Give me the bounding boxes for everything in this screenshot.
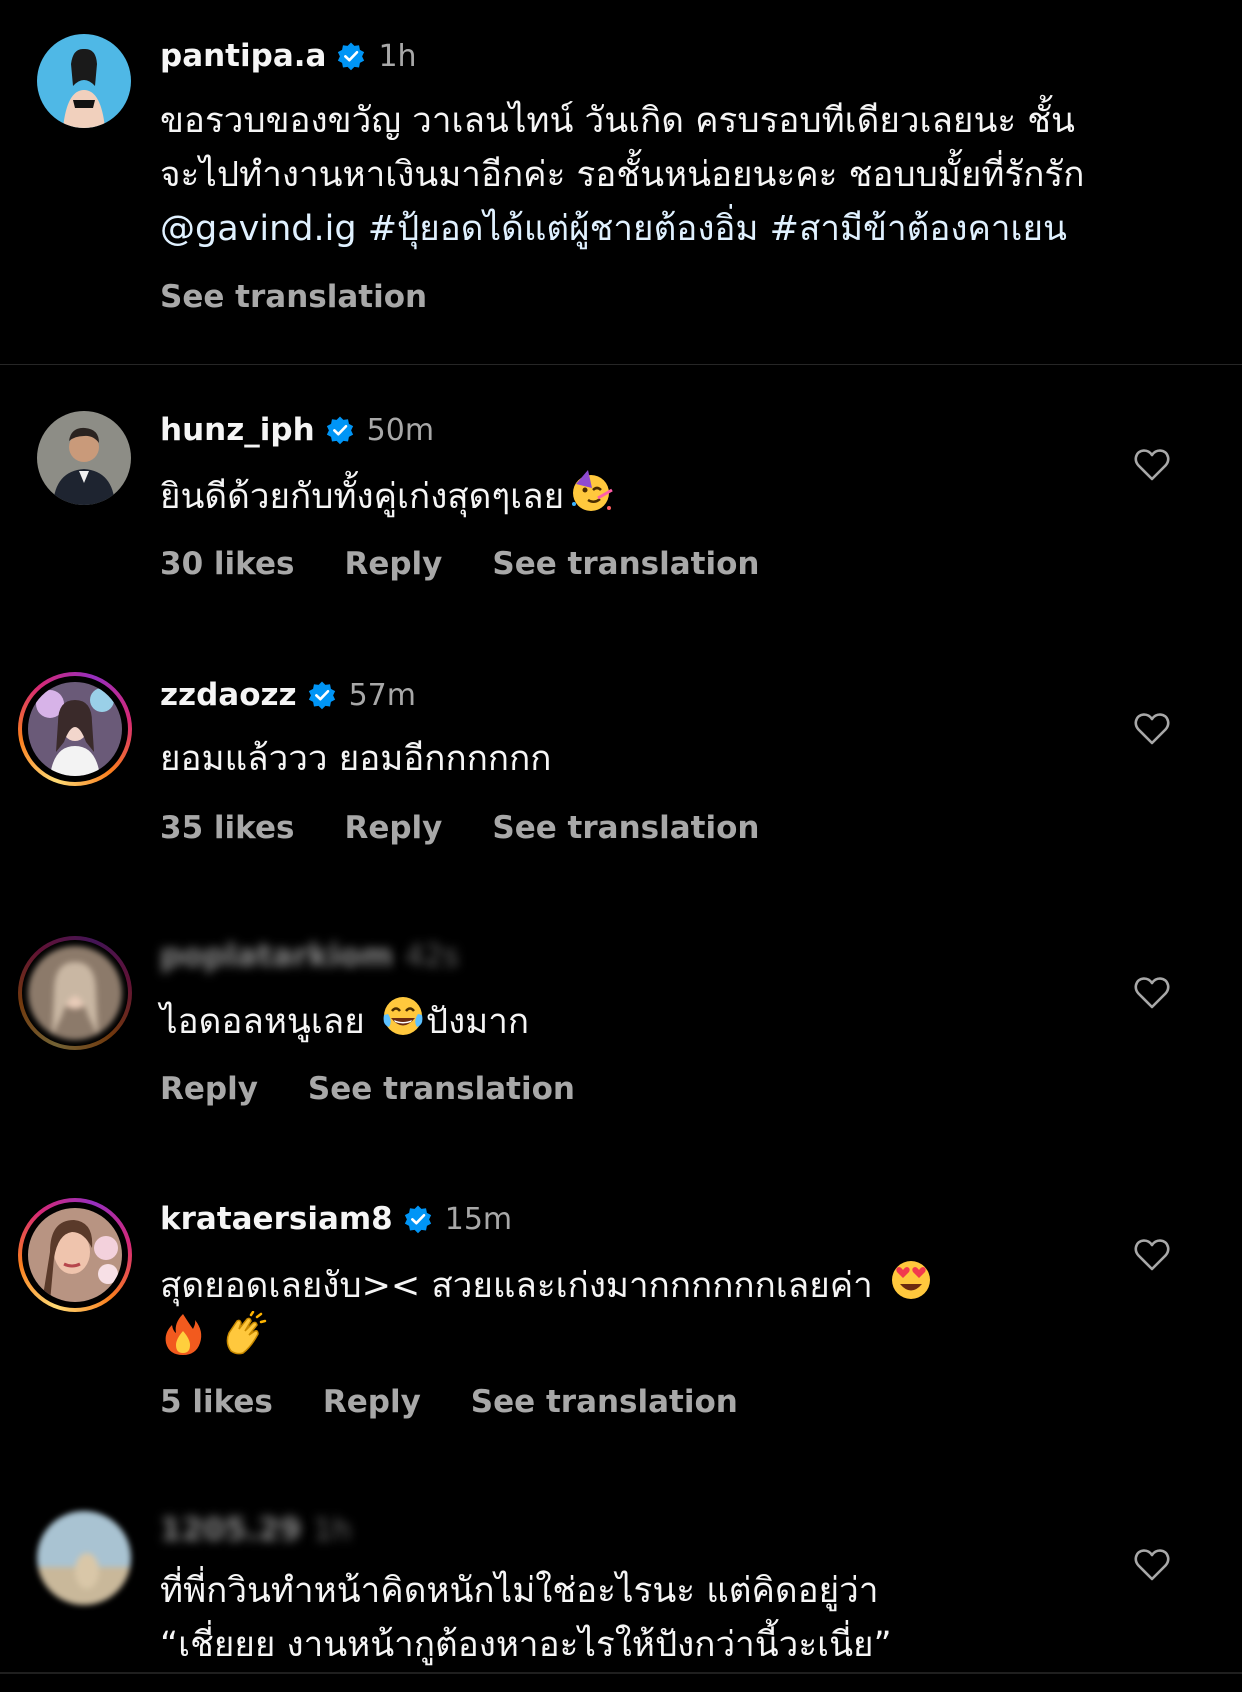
caption-header: pantipa.a 1h	[160, 34, 417, 78]
avatar-blurred-user[interactable]	[28, 946, 122, 1040]
comment-line-1: ที่พี่กวินทำหน้าคิดหนักไม่ใช่อะไรนะ แต่ค…	[160, 1571, 879, 1611]
fire-emoji-icon	[160, 1311, 206, 1357]
avatar-blurred-user[interactable]	[37, 1511, 131, 1605]
comment-text: ที่พี่กวินทำหน้าคิดหนักไม่ใช่อะไรนะ แต่ค…	[160, 1564, 1190, 1672]
comment-actions: Reply See translation	[160, 1067, 575, 1111]
avatar-hunz-iph[interactable]	[37, 411, 131, 505]
heart-eyes-emoji-icon	[888, 1257, 934, 1303]
hashtag-link-2[interactable]: #สามีข้าต้องคาเยน	[770, 209, 1067, 249]
likes-count[interactable]: 35 likes	[160, 810, 294, 846]
caption-line-3: @gavind.ig #ปุ้ยอดได้แต่ผู้ชายต้องอิ่ม #…	[160, 202, 1190, 256]
avatar-pantipa[interactable]	[37, 34, 131, 128]
see-translation-button[interactable]: See translation	[492, 546, 759, 582]
reply-button[interactable]: Reply	[160, 1071, 258, 1107]
see-translation-button[interactable]: See translation	[308, 1071, 575, 1107]
clapping-hands-emoji-icon	[221, 1311, 267, 1357]
comment-header: hunz_iph 50m	[160, 408, 434, 452]
comment-line-2: “เชี่ยยย งานหน้ากูต้องหาอะไรให้ปังกว่านี…	[160, 1625, 892, 1665]
comment-text-content: ปังมาก	[425, 1002, 530, 1042]
caption-line-2: จะไปทำงานหาเงินมาอีกค่ะ รอชั้นหน่อยนะคะ …	[160, 155, 1085, 195]
hashtag-link-1[interactable]: #ปุ้ยอดได้แต่ผู้ชายต้องอิ่ม	[368, 209, 759, 249]
comment-text-content: ยินดีด้วยกับทั้งคู่เก่งสุดๆเลย	[160, 477, 565, 517]
comment-actions: 5 likes Reply See translation	[160, 1380, 738, 1424]
comment-text: สุดยอดเลยงับ>< สวยและเก่งมากกกกกกเลยค่า	[160, 1257, 1190, 1365]
divider	[0, 364, 1242, 365]
verified-badge-icon	[336, 41, 366, 71]
comment-time: 42s	[405, 938, 459, 974]
comment-username[interactable]: poplatarkiom	[160, 938, 393, 974]
comment-actions: 30 likes Reply See translation	[160, 542, 759, 586]
like-heart-icon[interactable]	[1134, 712, 1170, 746]
reply-button[interactable]: Reply	[344, 546, 442, 582]
likes-count[interactable]: 30 likes	[160, 546, 294, 582]
likes-count[interactable]: 5 likes	[160, 1384, 273, 1420]
like-heart-icon[interactable]	[1134, 448, 1170, 482]
caption-line-1: ขอรวบของขวัญ วาเลนไทน์ วันเกิด ครบรอบทีเ…	[160, 101, 1075, 141]
caption-username[interactable]: pantipa.a	[160, 38, 326, 74]
comment-time: 57m	[348, 677, 416, 713]
reply-button[interactable]: Reply	[323, 1384, 421, 1420]
see-translation-button[interactable]: See translation	[471, 1384, 738, 1420]
see-translation-button[interactable]: See translation	[160, 279, 427, 315]
comment-time: 1h	[313, 1512, 352, 1548]
like-heart-icon[interactable]	[1134, 1238, 1170, 1272]
verified-badge-icon	[403, 1204, 433, 1234]
comment-line: ไอดอลหนูเลย ปังมาก	[160, 993, 1190, 1047]
comment-text: ยินดีด้วยกับทั้งคู่เก่งสุดๆเลย	[160, 468, 1190, 522]
comment-text: ยอมแล้ววว ยอมอีกกกกกก	[160, 732, 1190, 786]
comment-header: 1205.29 1h	[160, 1508, 351, 1552]
caption-text: ขอรวบของขวัญ วาเลนไทน์ วันเกิด ครบรอบทีเ…	[160, 94, 1190, 256]
avatar-zzdaozz[interactable]	[28, 682, 122, 776]
comment-header: poplatarkiom 42s	[160, 934, 459, 978]
comment-header: zzdaozz 57m	[160, 673, 416, 717]
comment-username[interactable]: 1205.29	[160, 1512, 301, 1548]
comment-line-1: สุดยอดเลยงับ>< สวยและเก่งมากกกกกกเลยค่า	[160, 1257, 1190, 1311]
comment-username[interactable]: hunz_iph	[160, 412, 315, 448]
see-translation-button[interactable]: See translation	[492, 810, 759, 846]
tears-of-joy-emoji-icon	[380, 993, 426, 1039]
comment-header: krataersiam8 15m	[160, 1197, 512, 1241]
avatar-krataersiam8[interactable]	[28, 1208, 122, 1302]
post-caption: pantipa.a 1h ขอรวบของขวัญ วาเลนไทน์ วันเ…	[0, 0, 1242, 364]
comment-line-2	[160, 1311, 1190, 1365]
partying-face-emoji-icon	[568, 468, 614, 514]
comment-line: ยินดีด้วยกับทั้งคู่เก่งสุดๆเลย	[160, 468, 1190, 522]
mention-link[interactable]: @gavind.ig	[160, 209, 357, 249]
caption-time: 1h	[378, 38, 417, 74]
like-heart-icon[interactable]	[1134, 1548, 1170, 1582]
like-heart-icon[interactable]	[1134, 976, 1170, 1010]
bottom-edge	[0, 1672, 1242, 1674]
caption-actions: See translation	[160, 275, 427, 319]
comment-text-content: ยอมแล้ววว ยอมอีกกกกกก	[160, 739, 552, 779]
verified-badge-icon	[307, 680, 337, 710]
comment-text-content: สุดยอดเลยงับ>< สวยและเก่งมากกกกกกเลยค่า	[160, 1266, 873, 1306]
comment-actions: 35 likes Reply See translation	[160, 806, 759, 850]
comment-username[interactable]: krataersiam8	[160, 1201, 393, 1237]
comment-time: 15m	[444, 1201, 513, 1237]
comment-time: 50m	[366, 412, 435, 448]
comment-text: ไอดอลหนูเลย ปังมาก	[160, 993, 1190, 1047]
reply-button[interactable]: Reply	[344, 810, 442, 846]
verified-badge-icon	[325, 415, 355, 445]
comment-text-content: ไอดอลหนูเลย	[160, 1002, 376, 1042]
comment-username[interactable]: zzdaozz	[160, 677, 297, 713]
